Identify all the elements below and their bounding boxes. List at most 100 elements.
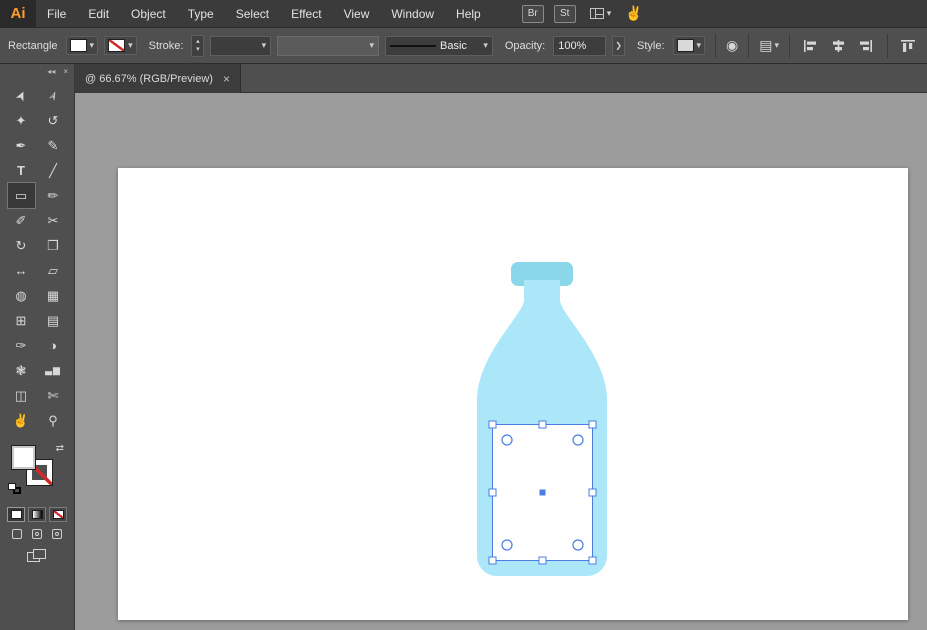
- rectangle-tool[interactable]: ▭: [8, 183, 35, 208]
- opacity-field[interactable]: [553, 36, 606, 56]
- hand-tool[interactable]: ✌: [8, 408, 35, 433]
- recolor-artwork-icon[interactable]: ◉: [726, 37, 738, 54]
- hand-glyph: ✌: [625, 5, 642, 22]
- selection-tool[interactable]: ➤: [8, 83, 35, 108]
- menu-object[interactable]: Object: [120, 0, 177, 28]
- symbol-sprayer-tool[interactable]: ❃: [8, 358, 35, 383]
- menu-edit[interactable]: Edit: [77, 0, 120, 28]
- gradient-icon: ▤: [47, 313, 59, 329]
- type-tool[interactable]: T: [8, 158, 35, 183]
- handle-middle-right[interactable]: [589, 489, 596, 496]
- corner-widget-top-left[interactable]: [502, 435, 512, 445]
- direct-selection-tool[interactable]: ➢: [40, 83, 67, 108]
- fill-stroke-indicator: ⇄: [0, 441, 74, 503]
- opacity-label: Opacity:: [505, 40, 545, 52]
- artboard-tool[interactable]: ◫: [8, 383, 35, 408]
- corner-widget-bottom-right[interactable]: [573, 540, 583, 550]
- scale-icon: ❐: [47, 238, 59, 254]
- perspective-grid-tool[interactable]: ▦: [40, 283, 67, 308]
- stroke-weight-input[interactable]: [215, 40, 255, 52]
- draw-behind-button[interactable]: [29, 526, 46, 541]
- align-left-button[interactable]: [800, 35, 822, 57]
- canvas-area[interactable]: [75, 93, 927, 630]
- menu-select[interactable]: Select: [225, 0, 280, 28]
- gradient-button[interactable]: [28, 507, 46, 522]
- handle-top-left[interactable]: [489, 421, 496, 428]
- free-transform-tool[interactable]: ▱: [40, 258, 67, 283]
- stroke-color-dropdown[interactable]: ▾: [104, 36, 137, 55]
- opacity-panel-launcher[interactable]: ❯: [612, 36, 625, 56]
- draw-inside-button[interactable]: [49, 526, 66, 541]
- chevron-down-icon: ▾: [697, 40, 702, 51]
- handle-top-right[interactable]: [589, 421, 596, 428]
- line-segment-tool[interactable]: ╱: [40, 158, 67, 183]
- curvature-tool[interactable]: ✎: [40, 133, 67, 158]
- none-button[interactable]: [49, 507, 67, 522]
- center-point[interactable]: [540, 490, 546, 496]
- handle-top-center[interactable]: [539, 421, 546, 428]
- stepper-down-icon: ▾: [196, 46, 200, 54]
- menu-type[interactable]: Type: [177, 0, 225, 28]
- opacity-input[interactable]: [558, 40, 598, 52]
- bridge-button[interactable]: Br: [522, 5, 544, 23]
- shaper-tool[interactable]: ✐: [8, 208, 35, 233]
- stroke-weight-combo[interactable]: ▾: [210, 36, 271, 56]
- mesh-tool[interactable]: ⊞: [8, 308, 35, 333]
- corner-widget-top-right[interactable]: [573, 435, 583, 445]
- menu-view[interactable]: View: [333, 0, 381, 28]
- shape-builder-icon: ◍: [15, 288, 26, 304]
- draw-normal-button[interactable]: [9, 526, 26, 541]
- style-dropdown[interactable]: ▾: [673, 36, 706, 55]
- stock-button[interactable]: St: [554, 5, 576, 23]
- handle-bottom-center[interactable]: [539, 557, 546, 564]
- document-tab[interactable]: @ 66.67% (RGB/Preview) ×: [75, 64, 241, 93]
- touch-workspace-icon[interactable]: ✌: [625, 5, 642, 22]
- stroke-weight-stepper[interactable]: ▴ ▾: [191, 35, 204, 57]
- lasso-icon: ↺: [48, 113, 59, 129]
- eyedropper-tool[interactable]: ✑: [8, 333, 35, 358]
- fill-color-dropdown[interactable]: ▾: [66, 36, 99, 55]
- scale-tool[interactable]: ❐: [40, 233, 67, 258]
- swap-fill-stroke-button[interactable]: ⇄: [56, 443, 64, 454]
- selection-bounding-box[interactable]: [489, 421, 596, 564]
- pen-tool[interactable]: ✒: [8, 133, 35, 158]
- align-right-button[interactable]: [855, 35, 877, 57]
- handle-middle-left[interactable]: [489, 489, 496, 496]
- paintbrush-tool[interactable]: ✏: [40, 183, 67, 208]
- workspace-switcher[interactable]: ▾: [590, 8, 612, 19]
- align-center-button[interactable]: [828, 35, 850, 57]
- slice-tool[interactable]: ✄: [40, 383, 67, 408]
- close-panel-icon[interactable]: ×: [63, 67, 68, 76]
- handle-bottom-right[interactable]: [589, 557, 596, 564]
- draw-normal-icon: [12, 529, 22, 539]
- blend-tool[interactable]: ◑: [40, 333, 67, 358]
- menu-effect[interactable]: Effect: [280, 0, 332, 28]
- fill-color-indicator[interactable]: [11, 445, 36, 470]
- menu-help[interactable]: Help: [445, 0, 492, 28]
- collapse-panel-icon[interactable]: ◂◂: [47, 67, 55, 76]
- stroke-style-combo[interactable]: Basic ▾: [385, 36, 493, 56]
- document-setup-dropdown[interactable]: ▤ ▾: [759, 37, 779, 54]
- handle-bottom-left[interactable]: [489, 557, 496, 564]
- menu-window[interactable]: Window: [380, 0, 445, 28]
- default-fill-swatch: [8, 483, 16, 490]
- close-icon[interactable]: ×: [223, 72, 230, 86]
- lasso-tool[interactable]: ↺: [40, 108, 67, 133]
- transform-panel-button[interactable]: [898, 35, 920, 57]
- corner-widget-bottom-left[interactable]: [502, 540, 512, 550]
- default-fill-stroke-button[interactable]: [8, 483, 22, 495]
- illustrator-window: { "app": { "logo_text": "Ai", "menus": […: [0, 0, 927, 630]
- app-logo: Ai: [0, 0, 36, 28]
- fill-swatch: [70, 39, 87, 52]
- rotate-tool[interactable]: ↻: [8, 233, 35, 258]
- gradient-tool[interactable]: ▤: [40, 308, 67, 333]
- menu-file[interactable]: File: [36, 0, 77, 28]
- color-button[interactable]: [7, 507, 25, 522]
- scissors-tool[interactable]: ✂: [40, 208, 67, 233]
- column-graph-tool[interactable]: ▃▆: [40, 358, 67, 383]
- change-screen-mode-button[interactable]: [27, 549, 47, 563]
- width-tool[interactable]: ↔: [8, 258, 35, 283]
- magic-wand-tool[interactable]: ✦: [8, 108, 35, 133]
- shape-builder-tool[interactable]: ◍: [8, 283, 35, 308]
- zoom-tool[interactable]: ⚲: [40, 408, 67, 433]
